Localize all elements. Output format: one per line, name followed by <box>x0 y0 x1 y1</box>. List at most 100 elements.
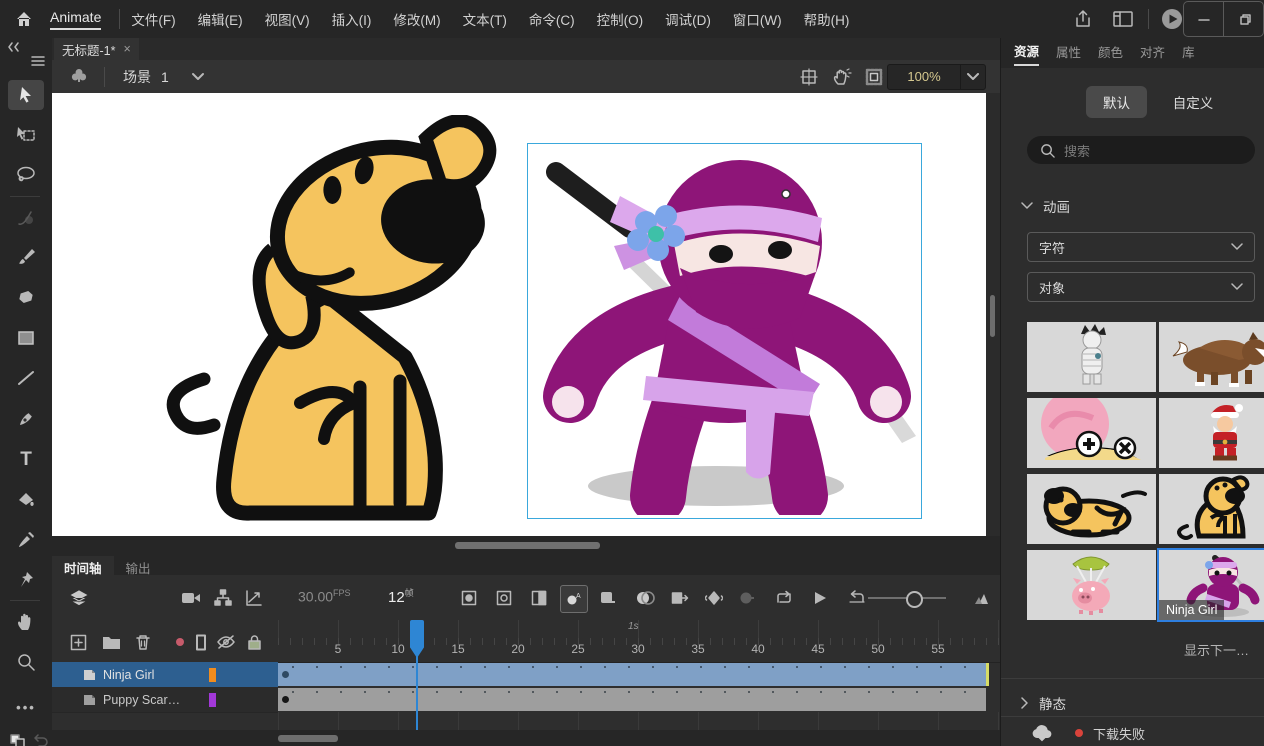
asset-thumb-puppy-lying[interactable] <box>1027 474 1156 544</box>
menu-window[interactable]: 窗口(W) <box>722 9 793 29</box>
timeline-scrollbar[interactable] <box>52 730 1000 746</box>
rectangle-tool-icon[interactable] <box>8 323 44 353</box>
vertical-scrollbar[interactable] <box>986 93 1000 536</box>
menu-edit[interactable]: 编辑(E) <box>187 9 254 29</box>
selection-tool-icon[interactable] <box>8 80 44 110</box>
menu-commands[interactable]: 命令(C) <box>518 9 586 29</box>
hand-tool-icon[interactable] <box>8 607 44 637</box>
symbol-clip-icon[interactable] <box>68 66 90 88</box>
app-title[interactable]: Animate <box>50 9 101 30</box>
filter-character-dropdown[interactable]: 字符 <box>1027 232 1255 262</box>
camera-icon[interactable] <box>178 585 204 611</box>
fps-value[interactable]: 30.00FPS <box>298 588 351 605</box>
minimize-button[interactable] <box>1184 2 1223 36</box>
outline-view-icon[interactable] <box>189 630 213 654</box>
asset-thumb-ninja-girl[interactable]: Ninja Girl <box>1157 548 1264 622</box>
frame-span-puppy[interactable] <box>278 688 986 711</box>
current-frame-value[interactable]: 12帧 <box>388 586 414 606</box>
stage-canvas[interactable] <box>52 93 986 536</box>
menu-view[interactable]: 视图(V) <box>254 9 321 29</box>
tab-properties[interactable]: 属性 <box>1056 42 1081 65</box>
rail-menu-icon[interactable] <box>30 54 46 68</box>
mode-custom-button[interactable]: 自定义 <box>1156 86 1230 118</box>
line-tool-icon[interactable] <box>8 363 44 393</box>
timeline-scrollbar-thumb[interactable] <box>278 735 338 742</box>
asset-thumb-pig-parachute[interactable] <box>1027 550 1156 620</box>
layer-color-swatch[interactable] <box>209 668 216 682</box>
menu-control[interactable]: 控制(O) <box>586 9 655 29</box>
asset-thumb-santa[interactable] <box>1159 398 1264 468</box>
collapse-panel-icon[interactable] <box>6 41 20 53</box>
frame-graph-icon[interactable] <box>241 585 267 611</box>
loop-range-icon[interactable] <box>844 585 870 611</box>
insert-keyframe-icon[interactable] <box>701 585 727 611</box>
filter-object-dropdown[interactable]: 对象 <box>1027 272 1255 302</box>
zoom-value[interactable]: 100% <box>888 69 960 84</box>
lock-layers-icon[interactable] <box>242 630 266 654</box>
selection-bounding-box[interactable] <box>527 143 922 519</box>
section-animated[interactable]: 动画 <box>1021 196 1070 216</box>
tab-timeline[interactable]: 时间轴 <box>52 556 114 575</box>
layer-parenting-icon[interactable] <box>210 585 236 611</box>
pen-tool-icon[interactable] <box>8 404 44 434</box>
delete-layer-icon[interactable] <box>131 630 155 654</box>
close-tab-icon[interactable]: × <box>123 42 130 56</box>
frame-span-ninja-girl[interactable] <box>278 663 989 686</box>
asset-thumb-wolf[interactable] <box>1159 322 1264 392</box>
add-layer-icon[interactable] <box>66 630 90 654</box>
puppy-artwork[interactable] <box>152 115 512 527</box>
menu-insert[interactable]: 插入(I) <box>321 9 383 29</box>
workspace-layout-icon[interactable] <box>1112 9 1134 29</box>
clip-content-icon[interactable] <box>865 68 883 86</box>
layer-color-swatch[interactable] <box>209 693 216 707</box>
home-icon[interactable] <box>6 4 42 34</box>
test-movie-icon[interactable] <box>1160 7 1184 31</box>
loop-icon[interactable] <box>771 585 797 611</box>
restore-button[interactable] <box>1223 2 1263 36</box>
mode-default-button[interactable]: 默认 <box>1086 86 1147 118</box>
asset-thumb-puppy-sitting[interactable] <box>1159 474 1264 544</box>
show-next-link[interactable]: 显示下一… <box>1184 640 1264 659</box>
menu-help[interactable]: 帮助(H) <box>793 9 861 29</box>
tab-library[interactable]: 库 <box>1182 42 1195 65</box>
eyedropper-tool-icon[interactable] <box>8 525 44 555</box>
horizontal-scrollbar-thumb[interactable] <box>455 542 600 549</box>
vertical-scrollbar-thumb[interactable] <box>990 295 995 337</box>
share-icon[interactable] <box>1072 8 1094 30</box>
frame-ruler[interactable]: 1s 5 10 15 20 25 30 35 40 45 50 55 <box>278 620 1000 663</box>
insert-frame-icon[interactable] <box>667 585 693 611</box>
frame-ring-view-icon[interactable] <box>491 585 517 611</box>
zoom-tool-icon[interactable] <box>8 647 44 677</box>
more-tools-icon[interactable]: ••• <box>8 692 44 722</box>
layer-row-puppy[interactable]: Puppy Scar… <box>52 687 278 713</box>
tab-color[interactable]: 颜色 <box>1098 42 1123 65</box>
timeline-empty-grid[interactable] <box>278 712 1000 730</box>
pan-hand-icon[interactable] <box>832 67 852 87</box>
paint-bucket-tool-icon[interactable] <box>8 485 44 515</box>
brush-tool-icon[interactable] <box>8 242 44 272</box>
horizontal-scrollbar[interactable] <box>52 536 1000 556</box>
play-icon[interactable] <box>807 585 833 611</box>
hide-layers-icon[interactable] <box>214 630 238 654</box>
ninja-girl-artwork[interactable] <box>528 144 918 515</box>
remove-frame-icon[interactable] <box>595 585 621 611</box>
tab-output[interactable]: 输出 <box>114 556 163 575</box>
asset-thumb-snail[interactable] <box>1027 398 1156 468</box>
onion-skin-icon[interactable] <box>632 585 658 611</box>
menu-text[interactable]: 文本(T) <box>452 9 518 29</box>
fluid-brush-tool-icon[interactable] <box>8 202 44 232</box>
insert-blank-keyframe-icon[interactable] <box>734 585 760 611</box>
fit-timeline-icon[interactable] <box>970 585 996 611</box>
text-tool-icon[interactable]: T <box>8 445 44 475</box>
add-folder-icon[interactable] <box>99 630 123 654</box>
menu-debug[interactable]: 调试(D) <box>654 9 722 29</box>
timeline-zoom-knob[interactable] <box>906 591 923 608</box>
tab-align[interactable]: 对齐 <box>1140 42 1165 65</box>
auto-keyframe-icon[interactable]: A <box>560 585 588 613</box>
center-stage-icon[interactable] <box>800 68 818 86</box>
layer-name[interactable]: Ninja Girl <box>103 668 207 682</box>
tab-assets[interactable]: 资源 <box>1014 41 1039 66</box>
menu-file[interactable]: 文件(F) <box>120 9 186 29</box>
zoom-dropdown-icon[interactable] <box>960 65 985 89</box>
scene-dropdown-icon[interactable] <box>191 72 205 82</box>
